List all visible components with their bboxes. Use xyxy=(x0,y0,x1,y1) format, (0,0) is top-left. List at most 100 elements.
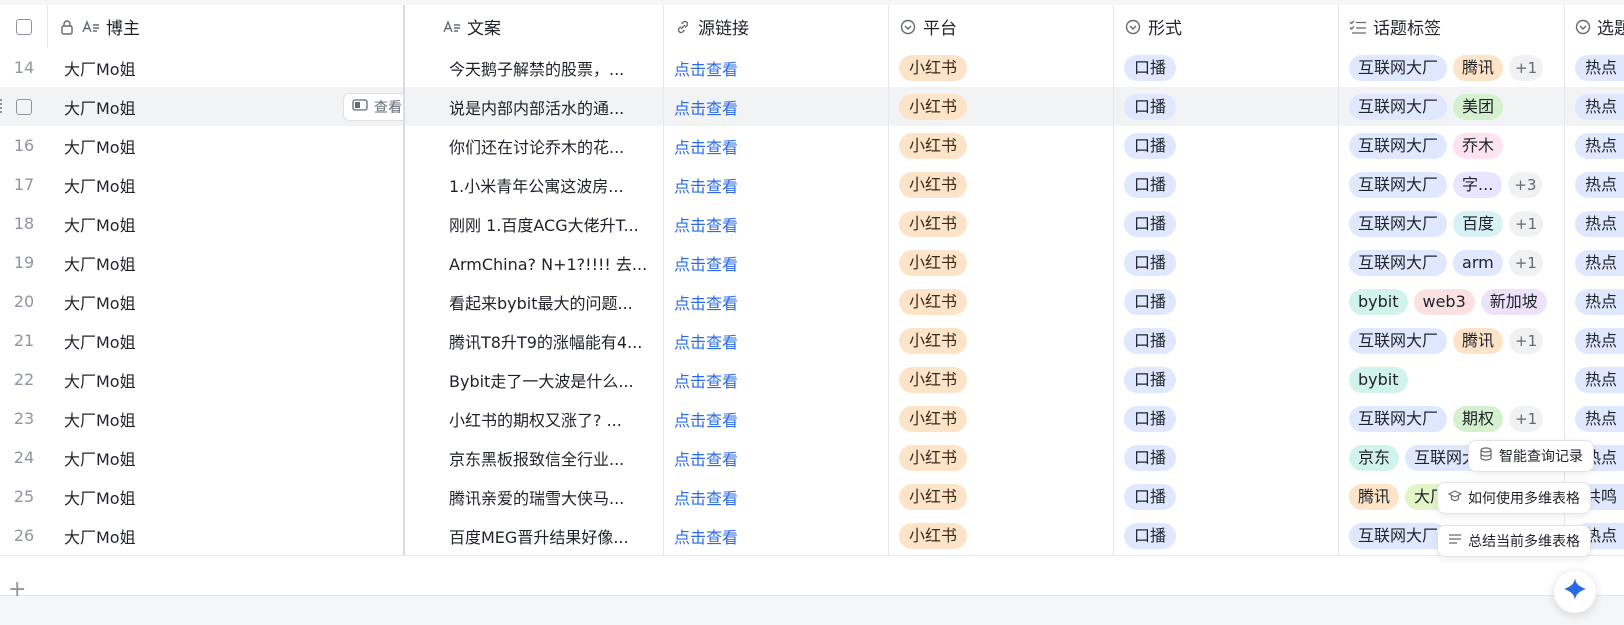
column-header-blogger[interactable]: 博主 xyxy=(48,5,403,48)
format-cell[interactable]: 口播 xyxy=(1114,438,1339,477)
platform-cell[interactable]: 小红书 xyxy=(889,243,1114,282)
blogger-cell[interactable]: 大厂Mo姐 xyxy=(48,360,403,399)
smart-query-button[interactable]: 智能查询记录 xyxy=(1468,440,1594,472)
view-record-button[interactable]: 查看 xyxy=(343,93,403,121)
platform-cell[interactable]: 小红书 xyxy=(889,126,1114,165)
format-cell[interactable]: 口播 xyxy=(1114,477,1339,516)
format-cell[interactable]: 口播 xyxy=(1114,516,1339,555)
format-cell[interactable]: 口播 xyxy=(1114,321,1339,360)
topic-tags-cell[interactable]: 互联网大厂 美团 xyxy=(1339,87,1565,126)
select-all-checkbox[interactable] xyxy=(15,18,32,35)
copy-cell[interactable]: 1.小米青年公寓这波房... xyxy=(437,165,664,204)
blogger-cell[interactable]: 大厂Mo姐 xyxy=(48,48,403,87)
blogger-cell[interactable]: 大厂Mo姐 xyxy=(48,321,403,360)
source-link[interactable]: 点击查看 xyxy=(664,516,889,555)
source-link[interactable]: 点击查看 xyxy=(664,87,889,126)
blogger-cell[interactable]: 大厂Mo姐 xyxy=(48,126,403,165)
column-header-platform[interactable]: 平台 xyxy=(889,5,1114,48)
topic-tags-cell[interactable]: 互联网大厂 字... +3 xyxy=(1339,165,1565,204)
platform-cell[interactable]: 小红书 xyxy=(889,87,1114,126)
copy-cell[interactable]: 今天鹅子解禁的股票，... xyxy=(437,48,664,87)
selected-cell[interactable]: 热点 xyxy=(1565,399,1624,438)
blogger-cell[interactable]: 大厂Mo姐 xyxy=(48,477,403,516)
column-header-topic-tags[interactable]: 话题标签 xyxy=(1339,5,1565,48)
selected-cell[interactable]: 热点 xyxy=(1565,48,1624,87)
table-row[interactable]: 23 大厂Mo姐 小红书的期权又涨了? ... 点击查看 小红书 口播 互联网大厂 期权 +1 热… xyxy=(0,399,1624,439)
platform-cell[interactable]: 小红书 xyxy=(889,48,1114,87)
format-cell[interactable]: 口播 xyxy=(1114,204,1339,243)
drag-handle-icon[interactable] xyxy=(0,99,5,113)
selected-cell[interactable]: 热点 xyxy=(1565,87,1624,126)
copy-cell[interactable]: 京东黑板报致信全行业... xyxy=(437,438,664,477)
source-link[interactable]: 点击查看 xyxy=(664,282,889,321)
ai-assistant-button[interactable] xyxy=(1554,571,1596,613)
selected-cell[interactable]: 热点 xyxy=(1565,282,1624,321)
table-row[interactable]: 20 大厂Mo姐 看起来bybit最大的问题... 点击查看 小红书 口播 bybit web… xyxy=(0,282,1624,322)
source-link[interactable]: 点击查看 xyxy=(664,204,889,243)
blogger-cell[interactable]: 大厂Mo姐 xyxy=(48,438,403,477)
platform-cell[interactable]: 小红书 xyxy=(889,477,1114,516)
table-row[interactable]: 16 大厂Mo姐 你们还在讨论乔木的花... 点击查看 小红书 口播 互联网大厂 乔木 热点 xyxy=(0,126,1624,166)
selected-cell[interactable]: 热点 xyxy=(1565,243,1624,282)
selected-cell[interactable]: 热点 xyxy=(1565,165,1624,204)
how-to-use-button[interactable]: 如何使用多维表格 xyxy=(1437,482,1591,514)
platform-cell[interactable]: 小红书 xyxy=(889,399,1114,438)
summarize-button[interactable]: 总结当前多维表格 xyxy=(1437,525,1591,557)
copy-cell[interactable]: 看起来bybit最大的问题... xyxy=(437,282,664,321)
selected-cell[interactable]: 热点 xyxy=(1565,126,1624,165)
platform-cell[interactable]: 小红书 xyxy=(889,321,1114,360)
copy-cell[interactable]: 说是内部内部活水的通... xyxy=(437,87,664,126)
topic-tags-cell[interactable]: bybit web3 新加坡 xyxy=(1339,282,1565,321)
blogger-cell[interactable]: 大厂Mo姐查看+ xyxy=(48,87,403,126)
topic-tags-cell[interactable]: bybit xyxy=(1339,360,1565,399)
platform-cell[interactable]: 小红书 xyxy=(889,165,1114,204)
copy-cell[interactable]: 腾讯亲爱的瑞雪大侠马... xyxy=(437,477,664,516)
format-cell[interactable]: 口播 xyxy=(1114,360,1339,399)
source-link[interactable]: 点击查看 xyxy=(664,126,889,165)
source-link[interactable]: 点击查看 xyxy=(664,438,889,477)
topic-tags-cell[interactable]: 互联网大厂 期权 +1 xyxy=(1339,399,1565,438)
selected-cell[interactable]: 热点 xyxy=(1565,204,1624,243)
blogger-cell[interactable]: 大厂Mo姐 xyxy=(48,165,403,204)
platform-cell[interactable]: 小红书 xyxy=(889,282,1114,321)
format-cell[interactable]: 口播 xyxy=(1114,87,1339,126)
format-cell[interactable]: 口播 xyxy=(1114,126,1339,165)
table-row[interactable]: 24 大厂Mo姐 京东黑板报致信全行业... 点击查看 小红书 口播 京东 互联网大厂 热点 xyxy=(0,438,1624,478)
topic-tags-cell[interactable]: 互联网大厂 arm +1 xyxy=(1339,243,1565,282)
format-cell[interactable]: 口播 xyxy=(1114,282,1339,321)
platform-cell[interactable]: 小红书 xyxy=(889,438,1114,477)
source-link[interactable]: 点击查看 xyxy=(664,48,889,87)
table-row[interactable]: 大厂Mo姐查看+ 说是内部内部活水的通...点击查看小红书口播互联网大厂美团热点 xyxy=(0,87,1624,127)
platform-cell[interactable]: 小红书 xyxy=(889,516,1114,555)
topic-tags-cell[interactable]: 互联网大厂 腾讯 +1 xyxy=(1339,48,1565,87)
copy-cell[interactable]: 刚刚 1.百度ACG大佬升T... xyxy=(437,204,664,243)
source-link[interactable]: 点击查看 xyxy=(664,321,889,360)
column-header-format[interactable]: 形式 xyxy=(1114,5,1339,48)
format-cell[interactable]: 口播 xyxy=(1114,165,1339,204)
add-row-icon[interactable]: + xyxy=(8,577,26,602)
blogger-cell[interactable]: 大厂Mo姐 xyxy=(48,243,403,282)
source-link[interactable]: 点击查看 xyxy=(664,477,889,516)
blogger-cell[interactable]: 大厂Mo姐 xyxy=(48,399,403,438)
format-cell[interactable]: 口播 xyxy=(1114,399,1339,438)
row-checkbox[interactable] xyxy=(16,98,32,115)
copy-cell[interactable]: 腾讯T8升T9的涨幅能有4... xyxy=(437,321,664,360)
table-row[interactable]: 26 大厂Mo姐 百度MEG晋升结果好像... 点击查看 小红书 口播 互联网大厂 热点 xyxy=(0,516,1624,556)
format-cell[interactable]: 口播 xyxy=(1114,243,1339,282)
table-row[interactable]: 25 大厂Mo姐 腾讯亲爱的瑞雪大侠马... 点击查看 小红书 口播 腾讯 大厂 共鸣 xyxy=(0,477,1624,517)
copy-cell[interactable]: 百度MEG晋升结果好像... xyxy=(437,516,664,555)
copy-cell[interactable]: Bybit走了一大波是什么... xyxy=(437,360,664,399)
source-link[interactable]: 点击查看 xyxy=(664,165,889,204)
column-header-copy[interactable]: 文案 xyxy=(437,5,664,48)
table-row[interactable]: 17 大厂Mo姐 1.小米青年公寓这波房... 点击查看 小红书 口播 互联网大厂 字... +… xyxy=(0,165,1624,205)
source-link[interactable]: 点击查看 xyxy=(664,360,889,399)
blogger-cell[interactable]: 大厂Mo姐 xyxy=(48,204,403,243)
column-header-selected[interactable]: 选题 xyxy=(1565,5,1624,48)
source-link[interactable]: 点击查看 xyxy=(664,243,889,282)
column-header-source-link[interactable]: 源链接 xyxy=(664,5,889,48)
selected-cell[interactable]: 热点 xyxy=(1565,360,1624,399)
topic-tags-cell[interactable]: 互联网大厂 腾讯 +1 xyxy=(1339,321,1565,360)
topic-tags-cell[interactable]: 互联网大厂 乔木 xyxy=(1339,126,1565,165)
table-row[interactable]: 19 大厂Mo姐 ArmChina? N+1?!!!! 去... 点击查看 小红书 口播 互… xyxy=(0,243,1624,283)
selected-cell[interactable]: 热点 xyxy=(1565,321,1624,360)
